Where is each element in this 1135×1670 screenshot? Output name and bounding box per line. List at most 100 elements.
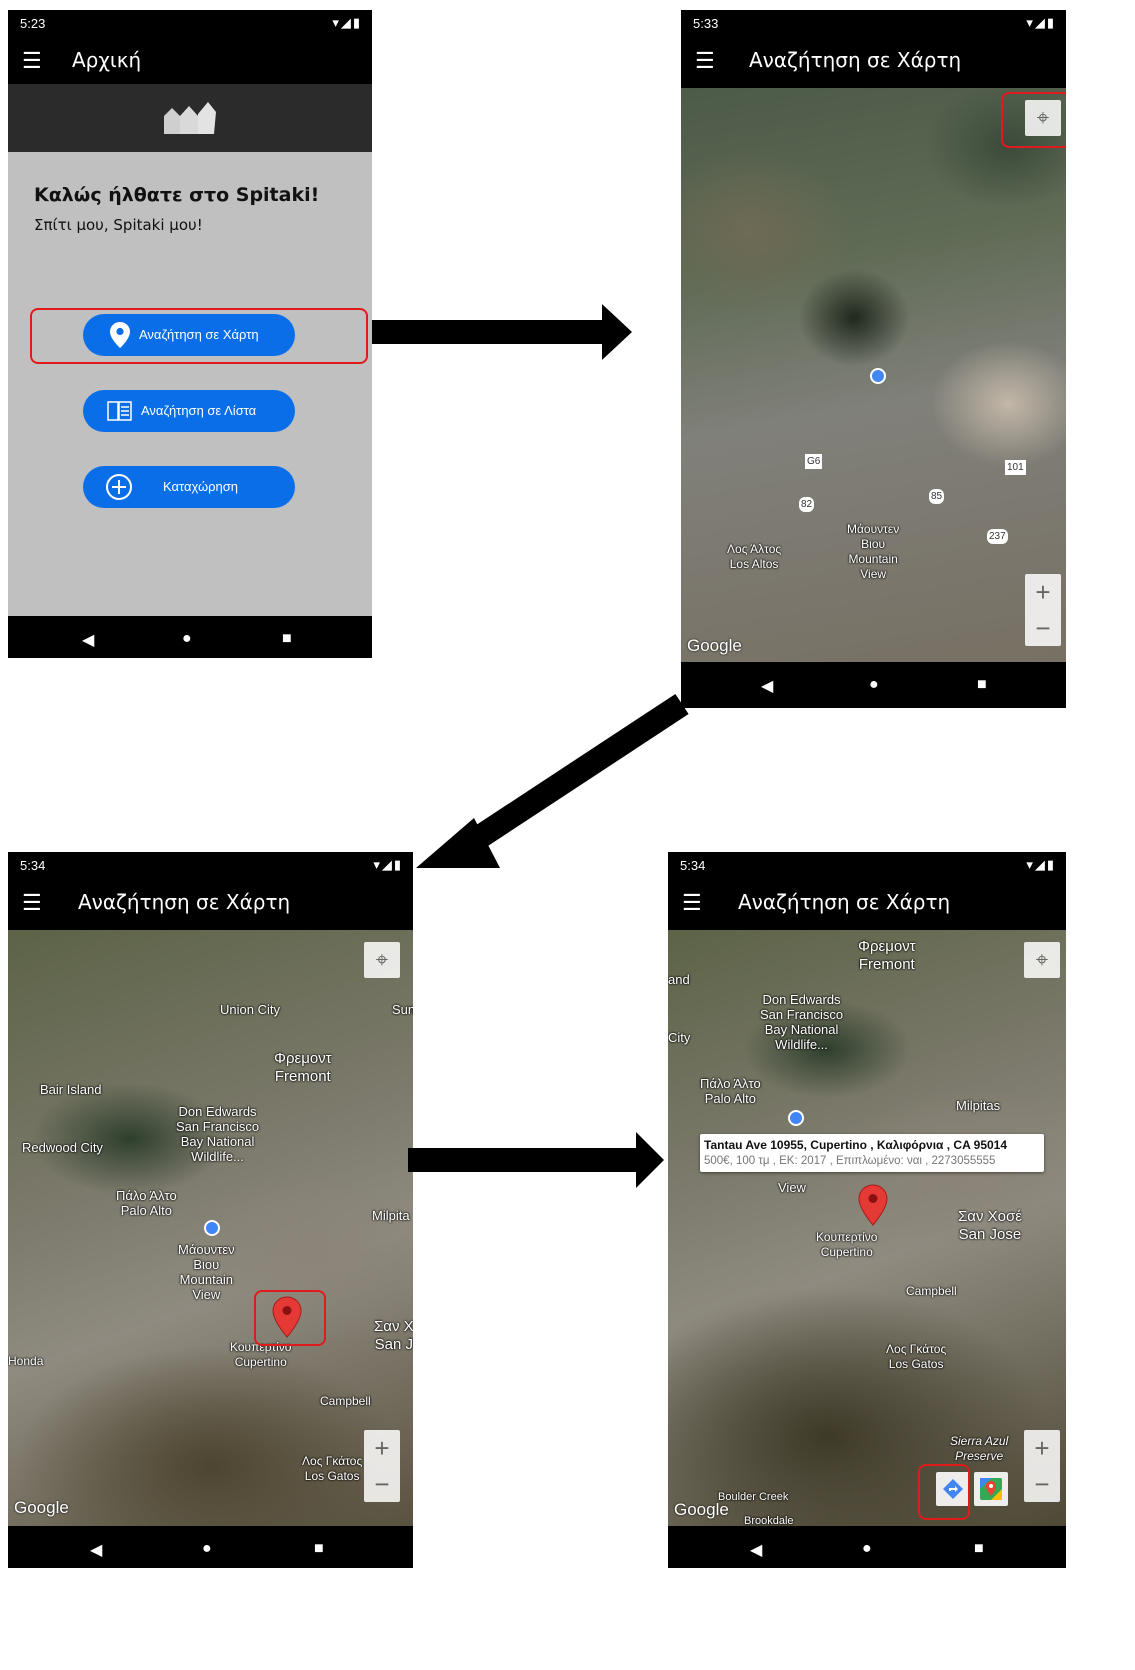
menu-icon[interactable]: ☰ [22, 50, 44, 72]
zoom-in-button[interactable]: + [1024, 1430, 1060, 1466]
google-maps-icon [980, 1478, 1002, 1500]
back-icon[interactable]: ◀ [761, 676, 773, 696]
road-label-237: 237 [987, 529, 1008, 544]
map-label-campbell: Campbell [320, 1394, 371, 1408]
highlight-box-directions [918, 1464, 970, 1520]
app-bar: ☰ Αρχική [8, 36, 372, 88]
zoom-out-button[interactable]: − [1025, 610, 1061, 646]
my-location-button[interactable]: ⌖ [364, 942, 400, 978]
zoom-controls: + − [364, 1430, 400, 1502]
phone-map-screen-2: 5:34 ▾◢▮ ☰ Αναζήτηση σε Χάρτη Union City… [8, 852, 413, 1568]
search-map-label: Αναζήτηση σε Χάρτη [139, 327, 259, 342]
status-bar: 5:33 ▾◢▮ [681, 10, 1066, 36]
welcome-subtitle: Σπίτι μου, Spitaki μου! [34, 216, 203, 234]
my-location-dot [870, 368, 886, 384]
zoom-out-button[interactable]: − [364, 1466, 400, 1502]
menu-icon[interactable]: ☰ [695, 50, 717, 72]
status-icons: ▾◢▮ [332, 15, 362, 30]
phone-map-screen-3: 5:34 ▾◢▮ ☰ Αναζήτηση σε Χάρτη and Φρεμον… [668, 852, 1066, 1568]
map-label-don-edwards: Don Edwards San Francisco Bay National W… [760, 992, 844, 1052]
zoom-in-button[interactable]: + [1025, 574, 1061, 610]
header-banner [8, 84, 372, 152]
satellite-map[interactable]: and Φρεμοντ Fremont City Don Edwards San… [668, 930, 1066, 1526]
map-label-campbell: Campbell [906, 1284, 957, 1298]
map-label-mountain-view: Μάουντεν Βιου Mountain View [847, 522, 900, 581]
app-bar: ☰ Αναζήτηση σε Χάρτη [681, 36, 1066, 88]
zoom-controls: + − [1025, 574, 1061, 646]
home-icon[interactable]: ● [869, 676, 879, 694]
road-label-101: 101 [1005, 460, 1026, 475]
satellite-map[interactable]: Λος Άλτος Los Altos Μάουντεν Βιου Mounta… [681, 88, 1066, 662]
back-icon[interactable]: ◀ [82, 630, 94, 650]
my-location-dot [788, 1110, 804, 1126]
list-map-icon [107, 401, 132, 421]
status-icons: ▾◢▮ [1026, 15, 1056, 30]
flow-arrow-right-1 [372, 304, 632, 360]
back-icon[interactable]: ◀ [90, 1540, 102, 1560]
page-title: Αρχική [72, 48, 142, 72]
flow-arrow-right-2 [408, 1132, 664, 1188]
nav-bar: ◀ ● ■ [8, 1526, 413, 1568]
recents-icon[interactable]: ■ [977, 676, 987, 694]
recents-icon[interactable]: ■ [282, 630, 292, 648]
home-icon[interactable]: ● [182, 630, 192, 648]
map-label-milpitas: Milpita [372, 1208, 410, 1223]
map-label-milpitas: Milpitas [956, 1098, 1001, 1113]
map-label-fremont: Φρεμοντ Fremont [274, 1050, 332, 1085]
status-bar: 5:23 ▾◢▮ [8, 10, 372, 36]
map-label-cupertino: Κουπερτίνο Cupertino [816, 1230, 878, 1259]
map-label-union-city: Union City [220, 1002, 280, 1017]
info-window-title: Tantau Ave 10955, Cupertino , Καλιφόρνια… [704, 1138, 1008, 1152]
zoom-controls: + − [1024, 1430, 1060, 1502]
nav-bar: ◀ ● ■ [681, 662, 1066, 708]
satellite-map[interactable]: Union City Sun Φρεμοντ Fremont Bair Isla… [8, 930, 413, 1526]
menu-icon[interactable]: ☰ [22, 892, 44, 914]
recents-icon[interactable]: ■ [974, 1540, 984, 1558]
map-label-palo-alto: Πάλο Άλτο Palo Alto [700, 1076, 761, 1106]
nav-bar: ◀ ● ■ [668, 1526, 1066, 1568]
map-marker-icon[interactable] [858, 1184, 888, 1226]
map-label-don-edwards: Don Edwards San Francisco Bay National W… [176, 1104, 260, 1164]
highlight-box-marker [254, 1290, 326, 1346]
info-window[interactable]: Tantau Ave 10955, Cupertino , Καλιφόρνια… [700, 1134, 1044, 1172]
map-label-view: View [778, 1180, 806, 1195]
home-icon[interactable]: ● [202, 1540, 212, 1558]
phone-home-screen: 5:23 ▾◢▮ ☰ Αρχική Καλώς ήλθατε στο Spita… [8, 10, 372, 658]
my-location-button[interactable]: ⌖ [1024, 942, 1060, 978]
map-label-bair-island: Bair Island [40, 1082, 102, 1097]
status-bar: 5:34 ▾◢▮ [8, 852, 413, 878]
map-label-palo-alto: Πάλο Άλτο Palo Alto [116, 1188, 177, 1218]
status-icons: ▾◢▮ [1026, 857, 1056, 872]
recents-icon[interactable]: ■ [314, 1540, 324, 1558]
zoom-out-button[interactable]: − [1024, 1466, 1060, 1502]
home-icon[interactable]: ● [862, 1540, 872, 1558]
status-time: 5:33 [693, 16, 719, 31]
map-label-los-altos: Λος Άλτος Los Altos [727, 542, 782, 571]
flow-arrow-diagonal [416, 693, 689, 868]
back-icon[interactable]: ◀ [750, 1540, 762, 1560]
google-logo: Google [674, 1500, 729, 1519]
search-map-button[interactable]: Αναζήτηση σε Χάρτη [83, 314, 295, 356]
map-label-and: and [668, 972, 690, 987]
status-time: 5:23 [20, 16, 46, 31]
road-label-85: 85 [929, 489, 945, 504]
search-list-button[interactable]: Αναζήτηση σε Λίστα [83, 390, 295, 432]
menu-icon[interactable]: ☰ [682, 892, 704, 914]
add-listing-label: Καταχώρηση [163, 479, 238, 494]
map-label-brookdale: Brookdale [744, 1515, 794, 1526]
map-label-honda: Honda [8, 1354, 44, 1368]
map-label-san-jose: Σαν Χοσέ San Jose [958, 1208, 1022, 1243]
info-window-details: 500€, 100 τμ , ΕΚ: 2017 , Επιπλωμένο: να… [704, 1155, 996, 1167]
map-label-sierra-azul: Sierra Azul Preserve [950, 1434, 1009, 1463]
map-pin-icon [110, 322, 130, 348]
search-list-label: Αναζήτηση σε Λίστα [141, 403, 257, 418]
zoom-in-button[interactable]: + [364, 1430, 400, 1466]
home-content: Καλώς ήλθατε στο Spitaki! Σπίτι μου, Spi… [8, 152, 372, 616]
houses-logo-icon [164, 102, 216, 134]
map-label-redwood-city: Redwood City [22, 1140, 103, 1155]
map-label-los-gatos: Λος Γκάτος Los Gatos [886, 1342, 947, 1371]
open-maps-button[interactable] [974, 1472, 1008, 1506]
add-listing-button[interactable]: Καταχώρηση [83, 466, 295, 508]
app-bar: ☰ Αναζήτηση σε Χάρτη [668, 878, 1066, 930]
my-location-dot [204, 1220, 220, 1236]
